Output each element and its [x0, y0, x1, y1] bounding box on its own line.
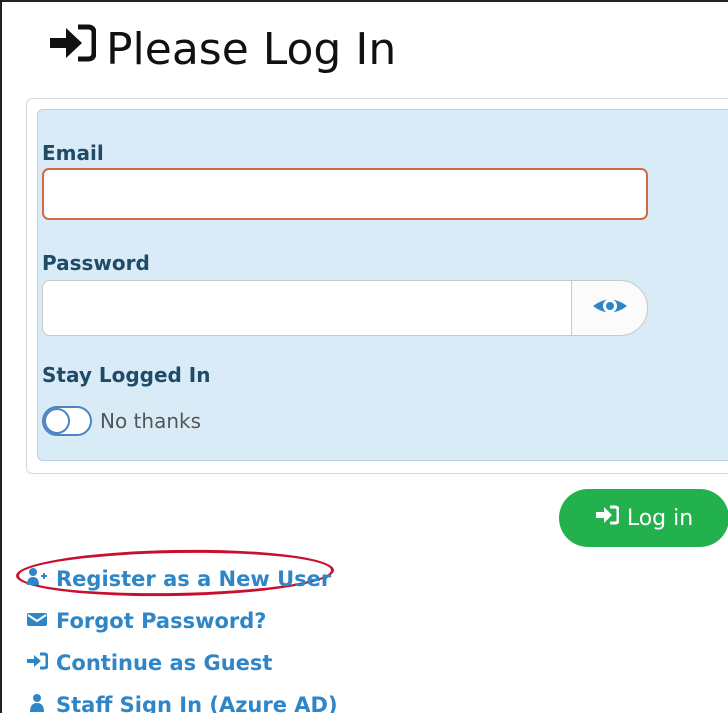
continue-as-guest-link-label: Continue as Guest	[56, 651, 273, 675]
envelope-icon	[26, 609, 48, 634]
page-title: Please Log In	[48, 22, 396, 78]
page-title-text: Please Log In	[106, 24, 397, 75]
password-label: Password	[42, 251, 150, 275]
email-label: Email	[42, 141, 104, 165]
staff-sign-in-link-label: Staff Sign In (Azure AD)	[56, 693, 338, 713]
login-form-panel: Email Password Stay Logged In No thanks	[37, 109, 728, 461]
secondary-links: Register as a New User Forgot Password? …	[26, 558, 338, 713]
toggle-knob	[44, 408, 70, 434]
stay-logged-in-toggle-row: No thanks	[42, 406, 201, 436]
forgot-password-link-label: Forgot Password?	[56, 609, 267, 633]
password-field[interactable]	[42, 280, 572, 336]
email-field[interactable]	[42, 168, 648, 220]
login-button-label: Log in	[626, 505, 694, 531]
user-icon	[26, 693, 48, 713]
staff-sign-in-link[interactable]: Staff Sign In (Azure AD)	[26, 684, 338, 713]
user-plus-icon	[26, 567, 48, 592]
forgot-password-link[interactable]: Forgot Password?	[26, 600, 338, 642]
sign-in-icon	[48, 22, 97, 78]
password-group	[42, 280, 648, 336]
login-button[interactable]: Log in	[559, 489, 728, 547]
login-page: Please Log In Email Password Stay Logged…	[0, 0, 728, 713]
login-card: Email Password Stay Logged In No thanks	[26, 98, 728, 474]
register-link-label: Register as a New User	[56, 567, 332, 591]
continue-as-guest-link[interactable]: Continue as Guest	[26, 642, 338, 684]
stay-logged-in-toggle[interactable]	[42, 406, 92, 436]
show-password-button[interactable]	[572, 280, 648, 336]
sign-in-icon	[595, 504, 620, 532]
sign-in-icon	[26, 651, 49, 676]
stay-logged-in-label: Stay Logged In	[42, 363, 211, 387]
eye-icon	[591, 292, 629, 324]
register-link[interactable]: Register as a New User	[26, 558, 338, 600]
toggle-status-text: No thanks	[100, 409, 202, 433]
